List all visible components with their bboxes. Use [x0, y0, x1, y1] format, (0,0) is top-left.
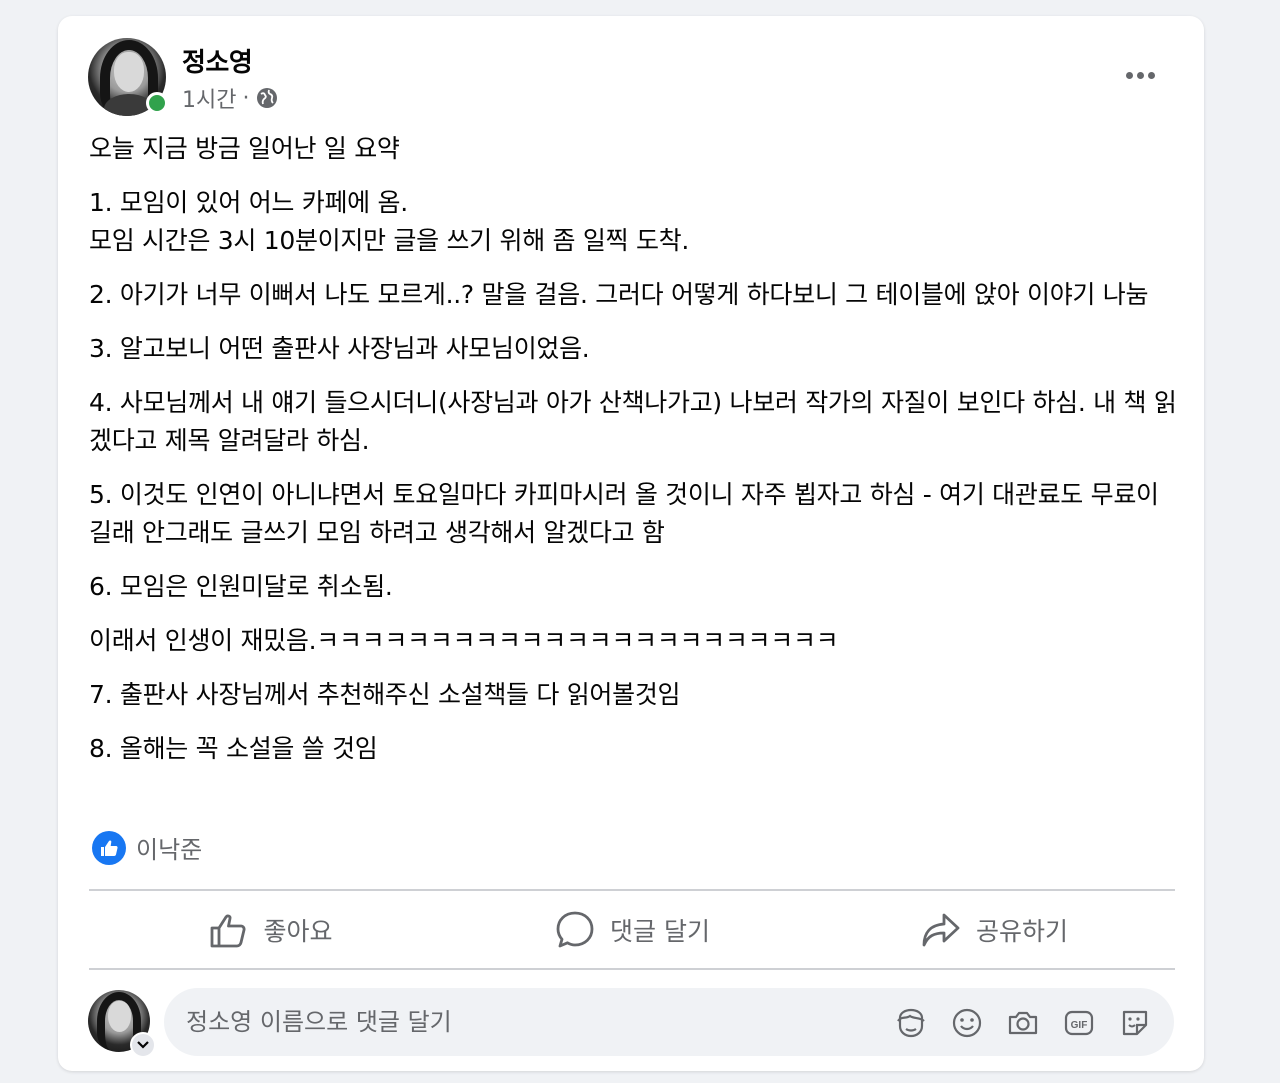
comment-tools: GIF	[894, 1006, 1152, 1040]
comment-button[interactable]: 댓글 달기	[451, 892, 813, 968]
post-paragraph: 4. 사모님께서 내 얘기 들으시더니(사장님과 아가 산책나가고) 나보러 작…	[89, 388, 1177, 455]
post-body: 오늘 지금 방금 일어난 일 요약 1. 모임이 있어 어느 카페에 옴. 모임…	[89, 130, 1181, 784]
speech-bubble-icon	[556, 911, 594, 948]
emoji-icon[interactable]	[950, 1006, 984, 1040]
camera-icon[interactable]	[1006, 1006, 1040, 1040]
reactor-name: 이낙준	[136, 836, 203, 864]
share-arrow-icon	[922, 913, 960, 947]
share-button[interactable]: 공유하기	[813, 892, 1175, 968]
meta-separator: ·	[242, 85, 250, 111]
avatar-sticker-icon[interactable]	[894, 1006, 928, 1040]
comment-label: 댓글 달기	[610, 917, 710, 946]
post-paragraph: 2. 아기가 너무 이뻐서 나도 모르게..? 말을 걸음. 그러다 어떻게 하…	[89, 280, 1149, 309]
online-status-dot	[146, 92, 168, 114]
reaction-summary[interactable]: 이낙준	[92, 830, 202, 865]
post-paragraph: 3. 알고보니 어떤 출판사 사장님과 사모님이었음.	[89, 334, 590, 363]
chevron-down-icon[interactable]	[130, 1032, 156, 1058]
author-name[interactable]: 정소영	[182, 42, 253, 79]
post-card: 정소영 1시간 · 오늘 지금 방금 일어난 일 요약 1. 모임이 있어 어느…	[58, 16, 1204, 1071]
gif-icon[interactable]: GIF	[1062, 1006, 1096, 1040]
post-meta: 1시간 ·	[182, 82, 279, 114]
post-paragraph: 5. 이것도 인연이 아니냐면서 토요일마다 카피마시러 올 것이니 자주 뵙자…	[89, 480, 1159, 547]
like-button[interactable]: 좋아요	[89, 892, 451, 968]
comment-box: GIF	[164, 988, 1174, 1056]
post-time[interactable]: 1시간	[182, 82, 236, 114]
post-paragraph: 7. 출판사 사장님께서 추천해주신 소설책들 다 읽어볼것임	[89, 680, 681, 709]
author-avatar[interactable]	[88, 38, 168, 118]
globe-icon[interactable]	[255, 86, 279, 110]
action-bar: 좋아요 댓글 달기 공유하기	[89, 892, 1175, 968]
post-paragraph: 이래서 인생이 재밌음.ㅋㅋㅋㅋㅋㅋㅋㅋㅋㅋㅋㅋㅋㅋㅋㅋㅋㅋㅋㅋㅋㅋㅋ	[89, 626, 839, 655]
divider-bottom	[89, 968, 1175, 970]
like-reaction-icon	[92, 830, 126, 865]
more-options-icon[interactable]	[1116, 60, 1164, 90]
like-label: 좋아요	[263, 917, 333, 946]
thumbs-up-icon	[211, 914, 246, 948]
comment-input[interactable]	[186, 1008, 866, 1036]
svg-text:GIF: GIF	[1071, 1020, 1088, 1031]
divider-top	[89, 889, 1175, 891]
post-paragraph: 1. 모임이 있어 어느 카페에 옴. 모임 시간은 3시 10분이지만 글을 …	[89, 188, 689, 255]
commenter-avatar[interactable]	[88, 990, 156, 1058]
sticker-icon[interactable]	[1118, 1006, 1152, 1040]
share-label: 공유하기	[975, 917, 1068, 946]
post-paragraph: 6. 모임은 인원미달로 취소됨.	[89, 572, 393, 601]
post-paragraph: 8. 올해는 꼭 소설을 쓸 것임	[89, 734, 378, 763]
post-paragraph: 오늘 지금 방금 일어난 일 요약	[89, 134, 400, 163]
